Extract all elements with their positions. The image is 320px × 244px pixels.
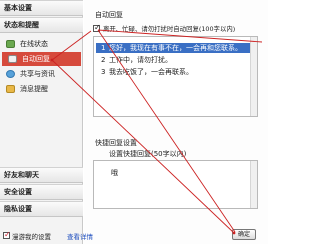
category-status-and-reminders[interactable]: 状态和提醒	[0, 17, 83, 33]
check-mark-icon: ✓	[94, 23, 101, 32]
sidebar-item-label: 在线状态	[20, 40, 48, 48]
auto-reply-list[interactable]: 1 您好，我现在有事不在，一会再和您联系。 2 工作中，请勿打扰。 3 我去吃饭了，一…	[93, 36, 258, 117]
sidebar-item-label: 自动回复	[22, 55, 50, 63]
category-privacy-settings[interactable]: 隐私设置	[0, 201, 83, 217]
sidebar-item-share[interactable]: 共享与资讯	[0, 67, 83, 81]
textarea-scrollbar[interactable]	[250, 161, 257, 208]
roam-settings-label: 漫游我的设置	[12, 233, 51, 241]
settings-content: 自动回复 ✓ 离开、忙碌、请勿打扰时自动回复(100字以内) 1 您好，我现在有事…	[84, 0, 268, 244]
message-icon	[6, 85, 15, 93]
view-details-link[interactable]: 查看详情	[67, 231, 93, 241]
quick-reply-field-label: 设置快捷回复(50字以内)	[109, 150, 187, 158]
share-icon	[6, 70, 15, 78]
auto-reply-checkbox[interactable]: ✓	[93, 23, 101, 32]
ok-button[interactable]: 确定	[232, 229, 256, 240]
quick-reply-section-title: 快捷回复设置	[95, 139, 137, 147]
category-basic-settings[interactable]: 基本设置	[0, 0, 83, 16]
auto-reply-section-title: 自动回复	[95, 11, 123, 19]
sidebar-item-label: 共享与资讯	[20, 70, 55, 78]
auto-reply-icon	[8, 55, 17, 63]
sidebar-item-auto-reply[interactable]: 自动回复	[2, 52, 81, 66]
category-friends-and-chat[interactable]: 好友和聊天	[0, 167, 83, 183]
quick-reply-textarea[interactable]: 哦	[93, 160, 258, 209]
auto-reply-checkbox-label: 离开、忙碌、请勿打扰时自动回复(100字以内)	[103, 25, 236, 33]
list-item[interactable]: 2 工作中，请勿打扰。	[96, 55, 172, 65]
settings-sidebar: 基本设置 状态和提醒 在线状态 自动回复 共享与资讯 消息提醒 好友和聊天 安全…	[0, 0, 83, 244]
list-scrollbar[interactable]	[250, 37, 257, 116]
list-item[interactable]: 1 您好，我现在有事不在，一会再和您联系。	[96, 43, 250, 53]
sidebar-item-online-status[interactable]: 在线状态	[0, 37, 83, 51]
sidebar-item-message-reminder[interactable]: 消息提醒	[0, 82, 83, 96]
sidebar-item-label: 消息提醒	[20, 85, 48, 93]
category-security-settings[interactable]: 安全设置	[0, 184, 83, 200]
quick-reply-value: 哦	[111, 169, 118, 177]
roam-settings-checkbox[interactable]: ✓	[3, 230, 11, 239]
status-icon	[6, 40, 15, 48]
list-item[interactable]: 3 我去吃饭了，一会再联系。	[96, 67, 193, 77]
check-mark-icon: ✓	[4, 230, 11, 239]
